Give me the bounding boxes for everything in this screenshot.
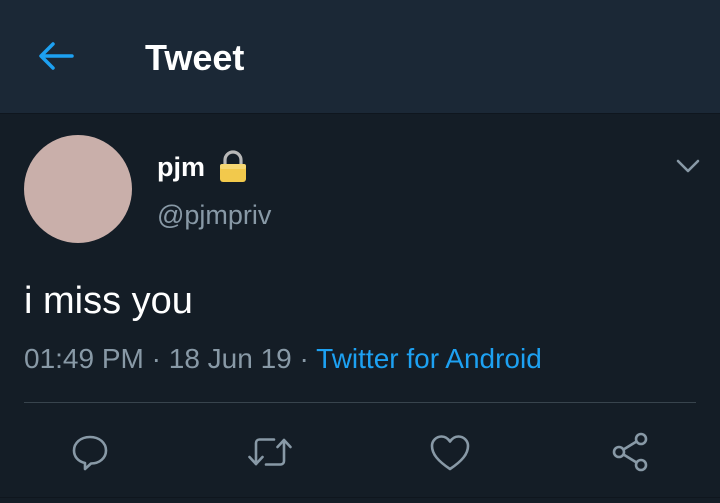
retweet-icon bbox=[248, 438, 292, 466]
share-button[interactable] bbox=[606, 428, 654, 476]
tweet-meta: 01:49 PM · 18 Jun 19 · Twitter for Andro… bbox=[24, 342, 542, 376]
retweet-button[interactable] bbox=[246, 428, 294, 476]
tweet-date: 18 Jun 19 bbox=[168, 343, 292, 374]
user-handle[interactable]: @pjmpriv bbox=[157, 198, 271, 232]
meta-separator: · bbox=[291, 343, 317, 374]
chevron-down-icon[interactable] bbox=[672, 150, 704, 182]
reply-button[interactable] bbox=[66, 428, 114, 476]
avatar[interactable] bbox=[24, 135, 132, 243]
reply-icon bbox=[72, 435, 108, 471]
bottom-divider bbox=[0, 497, 720, 498]
share-icon bbox=[612, 432, 648, 472]
like-icon bbox=[430, 435, 470, 471]
like-button[interactable] bbox=[426, 428, 474, 476]
top-bar: Tweet bbox=[0, 0, 720, 114]
tweet-time: 01:49 PM bbox=[24, 343, 144, 374]
page-title: Tweet bbox=[145, 37, 245, 78]
tweet-source-link[interactable]: Twitter for Android bbox=[316, 343, 542, 374]
arrow-left-icon bbox=[39, 42, 74, 70]
lock-icon bbox=[220, 150, 246, 182]
back-button[interactable] bbox=[34, 36, 78, 76]
display-name[interactable]: pjm bbox=[157, 150, 205, 184]
divider bbox=[24, 402, 696, 403]
tweet-text: i miss you bbox=[24, 280, 193, 322]
meta-separator: · bbox=[143, 343, 169, 374]
